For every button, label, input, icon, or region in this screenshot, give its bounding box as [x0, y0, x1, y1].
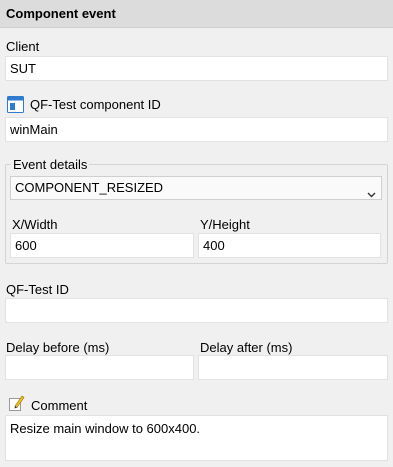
height-label: Y/Height — [200, 217, 250, 232]
delay-before-label: Delay before (ms) — [6, 340, 110, 355]
chevron-down-icon — [367, 184, 376, 198]
component-id-label: QF-Test component ID — [30, 97, 161, 112]
qftest-id-label: QF-Test ID — [6, 282, 69, 297]
delay-after-label: Delay after (ms) — [200, 340, 293, 355]
qftest-id-input[interactable] — [5, 298, 388, 323]
event-details-legend: Event details — [11, 157, 90, 173]
comment-label: Comment — [31, 398, 88, 413]
width-input[interactable]: 600 — [10, 233, 194, 258]
client-label: Client — [6, 39, 40, 54]
width-label: X/Width — [12, 217, 58, 232]
event-type-select[interactable]: COMPONENT_RESIZED — [10, 176, 382, 200]
height-input[interactable]: 400 — [198, 233, 381, 258]
delay-before-input[interactable] — [5, 355, 194, 380]
client-input[interactable]: SUT — [5, 56, 388, 81]
component-id-input[interactable]: winMain — [5, 117, 388, 142]
event-type-value: COMPONENT_RESIZED — [15, 180, 164, 195]
component-window-icon — [7, 96, 24, 116]
comment-textarea[interactable]: Resize main window to 600x400. — [5, 415, 388, 461]
pencil-note-icon — [9, 395, 25, 414]
panel-header: Component event — [0, 0, 393, 28]
delay-after-input[interactable] — [198, 355, 388, 380]
